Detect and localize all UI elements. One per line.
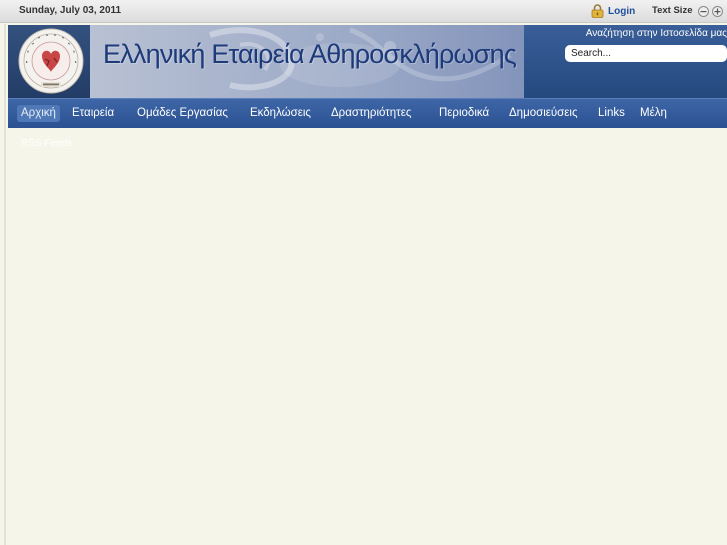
current-date: Sunday, July 03, 2011	[19, 5, 122, 16]
search-label: Αναζήτηση στην Ιστοσελίδα μας	[585, 28, 727, 39]
decrease-text-size-button[interactable]	[698, 6, 709, 17]
increase-text-size-button[interactable]	[712, 6, 723, 17]
nav-item-publications[interactable]: Δημοσιεύσεις	[509, 105, 578, 122]
nav-item-events[interactable]: Εκδηλώσεις	[250, 105, 311, 122]
header-banner: Ελληνική Εταιρεία Αθηροσκλήρωσης	[8, 25, 524, 98]
nav-item-journals[interactable]: Περιοδικά	[439, 105, 489, 122]
society-seal-logo[interactable]	[18, 28, 84, 94]
site-title[interactable]: Ελληνική Εταιρεία Αθηροσκλήρωσης	[103, 39, 517, 70]
top-bar: Sunday, July 03, 2011 Login Text Size	[0, 0, 727, 23]
site-header: Ελληνική Εταιρεία Αθηροσκλήρωσης Αναζήτη…	[8, 25, 727, 98]
rss-feeds-link[interactable]: RSS Feeds	[21, 138, 72, 149]
text-size-label: Text Size	[652, 5, 693, 16]
plus-icon	[714, 8, 721, 15]
login-label: Login	[608, 5, 636, 17]
nav-item-links[interactable]: Links	[598, 105, 625, 122]
nav-item-company[interactable]: Εταιρεία	[72, 105, 114, 122]
nav-item-home[interactable]: Αρχική	[17, 105, 60, 122]
search-input[interactable]	[565, 45, 727, 62]
minus-icon	[700, 11, 707, 13]
main-navigation: Αρχική Εταιρεία Ομάδες Εργασίας Εκδηλώσε…	[8, 98, 727, 128]
nav-item-working-groups[interactable]: Ομάδες Εργασίας	[137, 105, 228, 122]
logo-panel	[8, 25, 90, 98]
login-link[interactable]: Login	[591, 3, 635, 19]
left-border	[4, 24, 6, 545]
nav-item-activities[interactable]: Δραστηριότητες	[331, 105, 411, 122]
lock-icon	[591, 4, 604, 18]
nav-item-members[interactable]: Μέλη	[640, 105, 667, 122]
